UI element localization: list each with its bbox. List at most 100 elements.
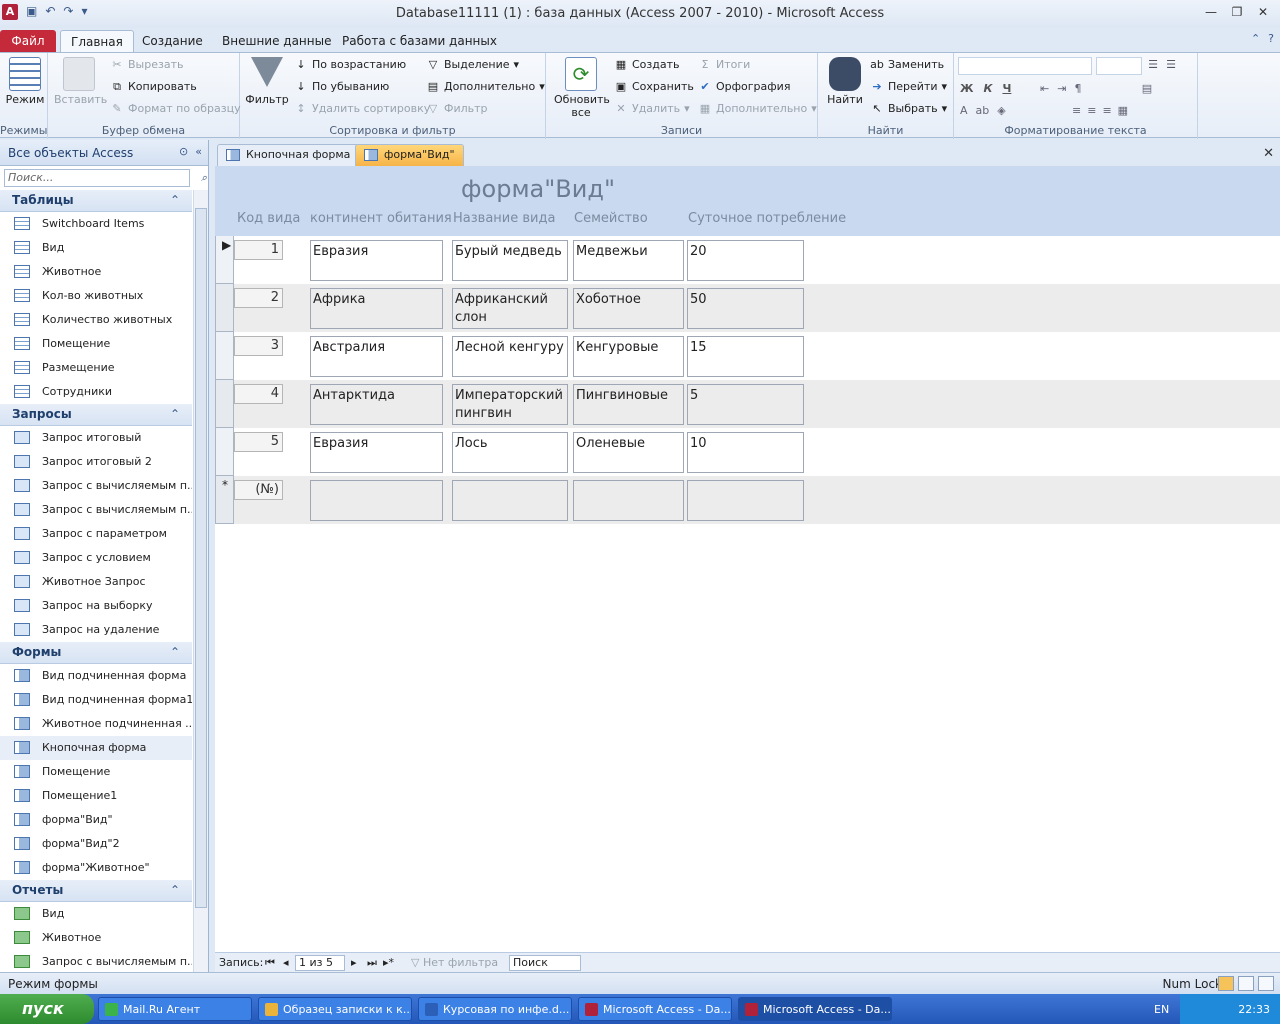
daily-consumption-field[interactable] xyxy=(687,480,804,521)
nav-item-query[interactable]: Запрос итоговый 2 xyxy=(0,450,192,474)
next-record-button[interactable]: ▸ xyxy=(351,956,357,969)
align-center-icon[interactable]: ≡ xyxy=(1087,101,1096,121)
daily-consumption-field[interactable]: 20 xyxy=(687,240,804,281)
nav-item-query[interactable]: Запрос с параметром xyxy=(0,522,192,546)
paste-button[interactable]: Вставить xyxy=(54,57,107,106)
toggle-filter-button[interactable]: ▽ Фильтр xyxy=(426,99,488,119)
filter-button[interactable]: Фильтр xyxy=(242,57,292,106)
family-field[interactable]: Кенгуровые xyxy=(573,336,684,377)
italic-button[interactable]: К xyxy=(983,79,992,99)
nav-item-table[interactable]: Количество животных xyxy=(0,308,192,332)
last-record-button[interactable]: ⏭ xyxy=(367,956,377,970)
family-field[interactable]: Медвежьи xyxy=(573,240,684,281)
no-filter-button[interactable]: ▽ Нет фильтра xyxy=(411,956,498,969)
nav-section-report[interactable]: Отчеты ⌃ xyxy=(0,880,192,902)
start-button[interactable]: пуск xyxy=(0,994,94,1024)
species-name-field[interactable] xyxy=(452,480,568,521)
record-selector[interactable]: ▶ xyxy=(215,236,234,284)
nav-section-form[interactable]: Формы ⌃ xyxy=(0,642,192,664)
nav-search-input[interactable]: Поиск... ⌕ xyxy=(4,169,207,187)
species-name-field[interactable]: Лось xyxy=(452,432,568,473)
nav-item-form[interactable]: форма"Вид" xyxy=(0,808,192,832)
first-record-button[interactable]: ⏮ xyxy=(265,956,275,970)
daily-consumption-field[interactable]: 5 xyxy=(687,384,804,425)
shutter-bar-icon[interactable]: « xyxy=(195,145,202,158)
search-icon[interactable]: ⌕ xyxy=(201,170,207,186)
id-field[interactable]: 5 xyxy=(234,432,283,452)
daily-consumption-field[interactable]: 15 xyxy=(687,336,804,377)
nav-section-table[interactable]: Таблицы ⌃ xyxy=(0,190,192,212)
nav-item-report[interactable]: Животное xyxy=(0,926,192,950)
highlight-icon[interactable]: ab xyxy=(976,101,990,121)
taskbar-item[interactable]: Mail.Ru Агент xyxy=(98,997,252,1021)
taskbar-item[interactable]: Microsoft Access - Da... xyxy=(578,997,732,1021)
record-selector[interactable]: * xyxy=(215,476,234,524)
view-mode-button[interactable]: Режим xyxy=(0,57,50,106)
id-field[interactable]: 4 xyxy=(234,384,283,404)
align-left-icon[interactable]: ≡ xyxy=(1072,101,1081,121)
continent-field[interactable]: Евразия xyxy=(310,240,443,281)
record-selector[interactable] xyxy=(215,284,234,332)
id-field[interactable]: 1 xyxy=(234,240,283,260)
nav-item-query[interactable]: Запрос на удаление xyxy=(0,618,192,642)
bullets-icon[interactable]: ☰ xyxy=(1146,58,1160,72)
species-name-field[interactable]: Императорский пингвин xyxy=(452,384,568,425)
nav-menu-icon[interactable]: ⊙ xyxy=(179,145,188,158)
nav-item-table[interactable]: Помещение xyxy=(0,332,192,356)
daily-consumption-field[interactable]: 10 xyxy=(687,432,804,473)
fill-color-icon[interactable]: ◈ xyxy=(997,101,1005,121)
new-record-nav-button[interactable]: ▸* xyxy=(383,956,394,969)
align-right-icon[interactable]: ≡ xyxy=(1102,101,1111,121)
help-icon[interactable]: ? xyxy=(1268,32,1274,45)
alt-row-color-icon[interactable]: ▦ xyxy=(1118,101,1128,121)
record-selector[interactable] xyxy=(215,380,234,428)
collapse-icon[interactable]: ⌃ xyxy=(170,645,180,659)
nav-item-form[interactable]: Кнопочная форма xyxy=(0,736,192,760)
tab-database-tools[interactable]: Работа с базами данных xyxy=(332,30,507,52)
gridlines-button[interactable]: ▤ xyxy=(1140,79,1154,99)
font-name-select[interactable] xyxy=(958,57,1092,75)
nav-item-table[interactable]: Сотрудники xyxy=(0,380,192,404)
save-record-button[interactable]: ▣ Сохранить xyxy=(614,77,694,97)
language-indicator[interactable]: EN xyxy=(1154,1003,1169,1016)
underline-button[interactable]: Ч xyxy=(1002,79,1011,99)
species-name-field[interactable]: Бурый медведь xyxy=(452,240,568,281)
nav-scrollbar[interactable] xyxy=(193,190,208,972)
continent-field[interactable]: Антарктида xyxy=(310,384,443,425)
close-icon[interactable]: ✕ xyxy=(1252,3,1274,21)
continent-field[interactable]: Австралия xyxy=(310,336,443,377)
doc-tab-switchboard[interactable]: Кнопочная форма xyxy=(217,144,360,166)
nav-item-table[interactable]: Вид xyxy=(0,236,192,260)
record-search-input[interactable]: Поиск xyxy=(509,955,581,971)
nav-item-table[interactable]: Кол-во животных xyxy=(0,284,192,308)
collapse-icon[interactable]: ⌃ xyxy=(170,407,180,421)
id-field[interactable]: (№) xyxy=(234,480,283,500)
font-size-select[interactable] xyxy=(1096,57,1142,75)
nav-item-query[interactable]: Запрос итоговый xyxy=(0,426,192,450)
selection-button[interactable]: ▽ Выделение ▾ xyxy=(426,55,519,75)
record-selector[interactable] xyxy=(215,332,234,380)
spelling-button[interactable]: ✔ Орфография xyxy=(698,77,790,97)
nav-item-form[interactable]: Вид подчиненная форма xyxy=(0,664,192,688)
paragraph-icon[interactable]: ¶ xyxy=(1074,79,1081,99)
prev-record-button[interactable]: ◂ xyxy=(283,956,289,969)
family-field[interactable] xyxy=(573,480,684,521)
restore-icon[interactable]: ❐ xyxy=(1226,3,1248,21)
nav-item-form[interactable]: форма"Животное" xyxy=(0,856,192,880)
family-field[interactable]: Хоботное xyxy=(573,288,684,329)
taskbar-item[interactable]: Microsoft Access - Da... xyxy=(738,997,892,1021)
daily-consumption-field[interactable]: 50 xyxy=(687,288,804,329)
sort-descending-button[interactable]: ↓ По убыванию xyxy=(294,77,389,97)
nav-header[interactable]: Все объекты Access ⊙ « xyxy=(0,140,208,166)
nav-item-query[interactable]: Животное Запрос xyxy=(0,570,192,594)
layout-view-icon[interactable] xyxy=(1238,976,1254,991)
species-name-field[interactable]: Африканский слон xyxy=(452,288,568,329)
nav-item-table[interactable]: Switchboard Items xyxy=(0,212,192,236)
records-more-button[interactable]: ▦ Дополнительно ▾ xyxy=(698,99,817,119)
font-color-icon[interactable]: A xyxy=(960,101,968,121)
continent-field[interactable]: Африка xyxy=(310,288,443,329)
totals-button[interactable]: Σ Итоги xyxy=(698,55,751,75)
nav-item-query[interactable]: Запрос с вычисляемым п... xyxy=(0,474,192,498)
nav-item-form[interactable]: Помещение1 xyxy=(0,784,192,808)
refresh-all-button[interactable]: ⟳ Обновить все xyxy=(554,57,610,119)
